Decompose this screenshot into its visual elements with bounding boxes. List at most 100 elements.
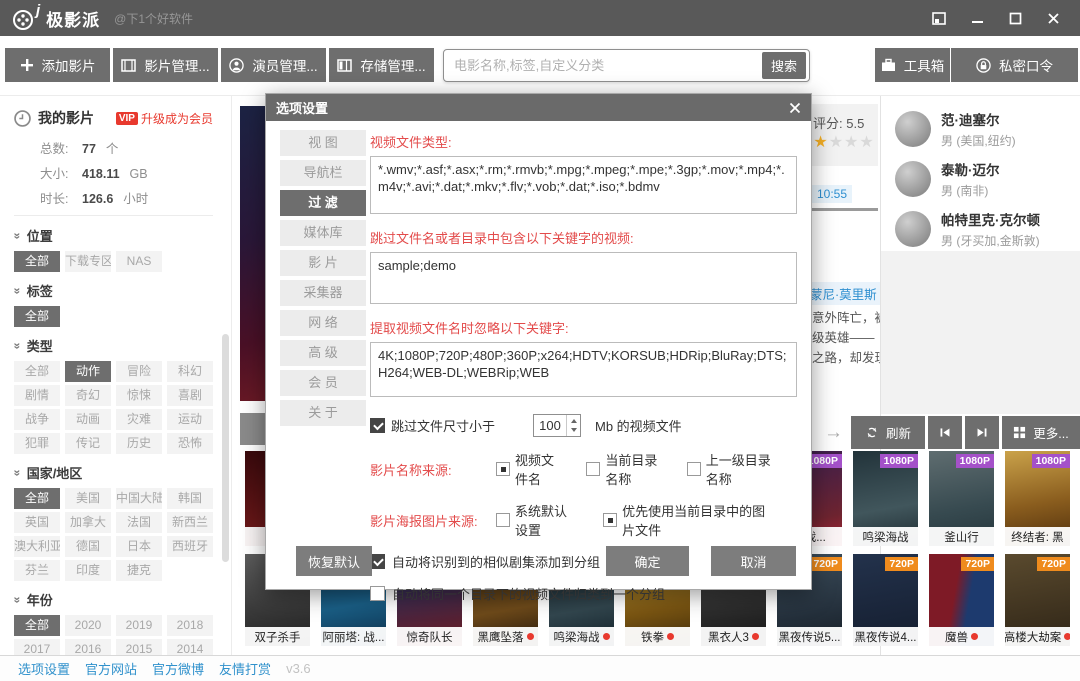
statusbar-link[interactable]: 官方网站 bbox=[85, 659, 137, 678]
filter-chip[interactable]: 韩国 bbox=[167, 488, 213, 509]
filter-chip[interactable]: 战争 bbox=[14, 409, 60, 430]
actor-management-button[interactable]: 演员管理... bbox=[221, 48, 326, 82]
statusbar-link[interactable]: 官方微博 bbox=[152, 659, 204, 678]
filter-chip[interactable]: 日本 bbox=[116, 536, 162, 557]
filter-chip[interactable]: 喜剧 bbox=[167, 385, 213, 406]
toolbox-button[interactable]: 工具箱 bbox=[875, 48, 950, 82]
chevron-double-down-icon[interactable]: » bbox=[10, 469, 24, 476]
filter-chip[interactable]: 印度 bbox=[65, 560, 111, 581]
dialog-tab[interactable]: 采集器 bbox=[280, 280, 366, 306]
statusbar-link[interactable]: 友情打赏 bbox=[219, 659, 271, 678]
layout-icon[interactable] bbox=[924, 5, 954, 31]
filter-chip[interactable]: 历史 bbox=[116, 433, 162, 454]
search-button[interactable]: 搜索 bbox=[762, 52, 806, 79]
filter-chip[interactable]: 运动 bbox=[167, 409, 213, 430]
add-movie-button[interactable]: 添加影片 bbox=[5, 48, 110, 82]
filter-chip[interactable]: 下载专区 bbox=[65, 251, 111, 272]
dialog-tab[interactable]: 会 员 bbox=[280, 370, 366, 396]
radio-icon[interactable] bbox=[496, 462, 510, 476]
skip-size-checkbox[interactable] bbox=[370, 418, 385, 433]
dialog-tab[interactable]: 关 于 bbox=[280, 400, 366, 426]
storage-management-button[interactable]: 存储管理... bbox=[329, 48, 434, 82]
radio-icon[interactable] bbox=[496, 513, 510, 527]
filter-chip[interactable]: 2014 bbox=[167, 639, 213, 655]
filter-chip[interactable]: 灾难 bbox=[116, 409, 162, 430]
filter-chip[interactable]: 澳大利亚 bbox=[14, 536, 60, 557]
filter-chip[interactable]: 2020 bbox=[65, 615, 111, 636]
filter-chip[interactable]: 全部 bbox=[14, 488, 60, 509]
skip-keywords-textarea[interactable]: sample;demo bbox=[370, 252, 797, 304]
chevron-double-down-icon[interactable]: » bbox=[10, 596, 24, 603]
movie-thumbnail[interactable]: 720P 高楼大劫案 bbox=[1005, 554, 1070, 646]
filter-chip[interactable]: 动画 bbox=[65, 409, 111, 430]
duration-badge[interactable]: 10:55 bbox=[812, 185, 852, 203]
dialog-tab[interactable]: 高 级 bbox=[280, 340, 366, 366]
movie-thumbnail[interactable]: 1080P 釜山行 bbox=[929, 451, 994, 546]
filter-chip[interactable]: 冒险 bbox=[116, 361, 162, 382]
statusbar-link[interactable]: 选项设置 bbox=[18, 659, 70, 678]
filter-chip[interactable]: 动作 bbox=[65, 361, 111, 382]
size-spinner-input[interactable] bbox=[534, 415, 566, 436]
filter-chip[interactable]: 英国 bbox=[14, 512, 60, 533]
filter-chip[interactable]: 科幻 bbox=[167, 361, 213, 382]
poster-source-option[interactable]: 优先使用当前目录中的图片文件 bbox=[603, 501, 771, 539]
restore-defaults-button[interactable]: 恢复默认 bbox=[296, 546, 372, 576]
skip-next-button[interactable] bbox=[965, 416, 999, 449]
spinner-up-icon[interactable] bbox=[567, 415, 580, 426]
movie-thumbnail[interactable]: 720P 魔兽 bbox=[929, 554, 994, 646]
name-source-option[interactable]: 当前目录名称 bbox=[586, 450, 660, 488]
filter-chip[interactable]: 恐怖 bbox=[167, 433, 213, 454]
video-types-textarea[interactable]: *.wmv;*.asf;*.asx;*.rm;*.rmvb;*.mpg;*.mp… bbox=[370, 156, 797, 214]
actor-list-item[interactable]: 范·迪塞尔 男 (美国,纽约) bbox=[881, 104, 1080, 154]
filter-chip[interactable]: 新西兰 bbox=[167, 512, 213, 533]
search-input[interactable] bbox=[444, 58, 762, 73]
close-icon[interactable] bbox=[1038, 5, 1068, 31]
filter-chip[interactable]: 2015 bbox=[116, 639, 162, 655]
dialog-tab[interactable]: 网 络 bbox=[280, 310, 366, 336]
chevron-double-down-icon[interactable]: » bbox=[10, 342, 24, 349]
dialog-tab[interactable]: 导航栏 bbox=[280, 160, 366, 186]
movie-thumbnail[interactable]: 1080P 鸣梁海战 bbox=[853, 451, 918, 546]
filter-chip[interactable]: 2019 bbox=[116, 615, 162, 636]
filter-chip[interactable]: 剧情 bbox=[14, 385, 60, 406]
filter-chip[interactable]: 捷克 bbox=[116, 560, 162, 581]
actor-list-item[interactable]: 泰勒·迈尔 男 (南非) bbox=[881, 154, 1080, 204]
minimize-icon[interactable] bbox=[962, 5, 992, 31]
filter-chip[interactable]: 2017 bbox=[14, 639, 60, 655]
chevron-double-down-icon[interactable]: » bbox=[10, 232, 24, 239]
filter-chip[interactable]: 全部 bbox=[14, 251, 60, 272]
more-button[interactable]: 更多... bbox=[1002, 416, 1080, 449]
filter-chip[interactable]: 奇幻 bbox=[65, 385, 111, 406]
auto-group-similar-checkbox[interactable] bbox=[370, 554, 385, 569]
filter-chip[interactable]: 全部 bbox=[14, 615, 60, 636]
filter-chip[interactable]: 法国 bbox=[116, 512, 162, 533]
filter-chip[interactable]: 德国 bbox=[65, 536, 111, 557]
filter-chip[interactable]: 中国大陆 bbox=[116, 488, 162, 509]
poster-source-option[interactable]: 系统默认设置 bbox=[496, 501, 577, 539]
filter-chip[interactable]: 全部 bbox=[14, 306, 60, 327]
movie-thumbnail[interactable]: 720P 黑夜传说4... bbox=[853, 554, 918, 646]
movie-thumbnail[interactable]: 1080P 终结者: 黑 bbox=[1005, 451, 1070, 546]
ok-button[interactable]: 确定 bbox=[606, 546, 689, 576]
filter-chip[interactable]: 惊悚 bbox=[116, 385, 162, 406]
name-source-option[interactable]: 上一级目录名称 bbox=[687, 450, 771, 488]
filter-chip[interactable]: NAS bbox=[116, 251, 162, 272]
secret-code-button[interactable]: 私密口令 bbox=[951, 48, 1078, 82]
filter-chip[interactable]: 传记 bbox=[65, 433, 111, 454]
upgrade-vip-link[interactable]: VIP 升级成为会员 bbox=[116, 110, 213, 127]
filter-chip[interactable]: 全部 bbox=[14, 361, 60, 382]
filter-chip[interactable]: 芬兰 bbox=[14, 560, 60, 581]
cancel-button[interactable]: 取消 bbox=[711, 546, 796, 576]
movie-management-button[interactable]: 影片管理... bbox=[113, 48, 218, 82]
filter-chip[interactable]: 2018 bbox=[167, 615, 213, 636]
refresh-button[interactable]: 刷新 bbox=[851, 416, 925, 449]
skip-previous-button[interactable] bbox=[928, 416, 962, 449]
radio-icon[interactable] bbox=[603, 513, 617, 527]
dialog-tab[interactable]: 视 图 bbox=[280, 130, 366, 156]
filter-chip[interactable]: 犯罪 bbox=[14, 433, 60, 454]
name-source-option[interactable]: 视频文件名 bbox=[496, 450, 560, 488]
sidebar-scrollbar[interactable] bbox=[222, 334, 229, 562]
radio-icon[interactable] bbox=[586, 462, 600, 476]
chevron-double-down-icon[interactable]: » bbox=[10, 287, 24, 294]
ignore-keywords-textarea[interactable]: 4K;1080P;720P;480P;360P;x264;HDTV;KORSUB… bbox=[370, 342, 797, 397]
